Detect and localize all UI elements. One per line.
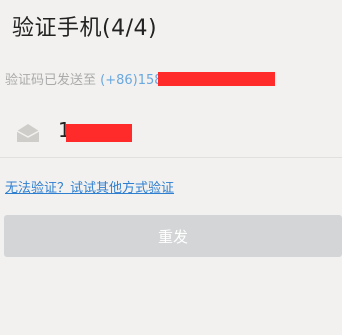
phone-prefix: (+86) — [100, 73, 138, 88]
alternative-verification-link[interactable]: 无法验证？试试其他方式验证 — [5, 177, 174, 196]
envelope-open-icon — [15, 122, 41, 144]
page-title: 验证手机(4/4) — [12, 16, 158, 41]
field-divider — [0, 157, 342, 158]
sent-to-label: 验证码已发送至 — [5, 73, 97, 88]
verification-code-field[interactable]: 1 — [0, 114, 342, 158]
phone-redaction — [158, 72, 275, 86]
code-redaction — [66, 124, 132, 142]
resend-button[interactable]: 重发 — [4, 215, 342, 257]
